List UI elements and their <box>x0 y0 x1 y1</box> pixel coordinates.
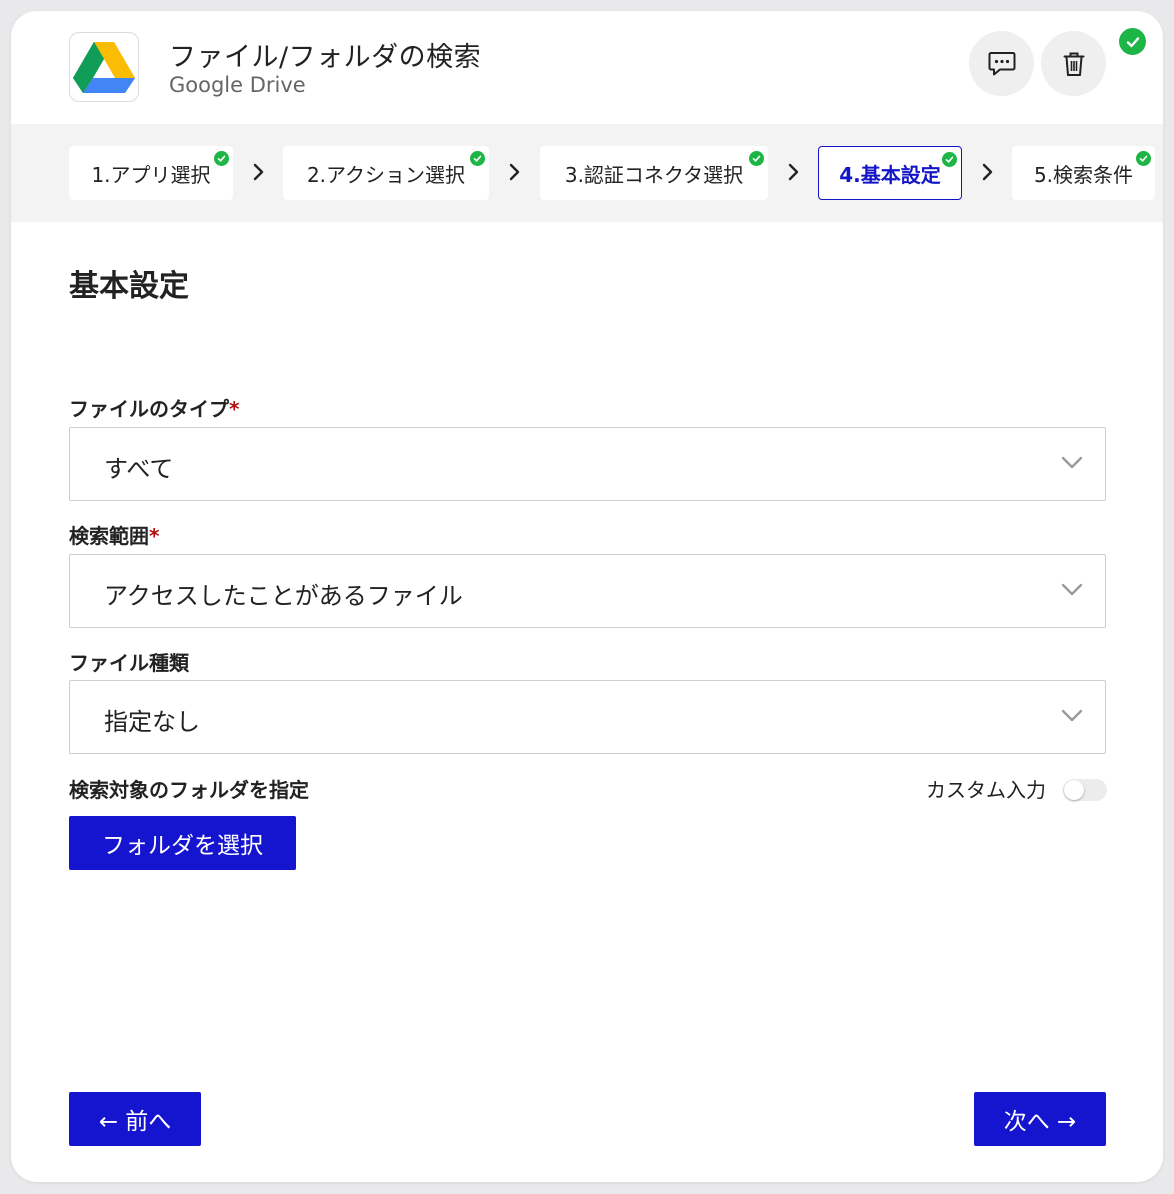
search-scope-value: アクセスしたことがあるファイル <box>104 582 463 610</box>
file-type-label: ファイルのタイプ* <box>69 397 240 421</box>
file-kind-value: 指定なし <box>104 708 200 736</box>
file-type-value: すべて <box>104 455 174 483</box>
chevron-right-icon <box>253 163 264 181</box>
toggle-knob <box>1064 780 1084 800</box>
next-button[interactable]: 次へ → <box>974 1092 1106 1146</box>
step-done-icon <box>470 151 485 166</box>
app-name: Google Drive <box>169 73 306 97</box>
chevron-right-icon <box>788 163 799 181</box>
step-label: 5.検索条件 <box>1033 162 1134 187</box>
step-search-conditions[interactable]: 5.検索条件 <box>1012 146 1155 200</box>
step-app-select[interactable]: 1.アプリ選択 <box>69 146 233 200</box>
chevron-down-icon <box>1061 456 1083 469</box>
select-folder-button[interactable]: フォルダを選択 <box>69 816 296 870</box>
comment-icon <box>988 51 1015 75</box>
step-action-select[interactable]: 2.アクション選択 <box>283 146 489 200</box>
step-connector-select[interactable]: 3.認証コネクタ選択 <box>540 146 768 200</box>
chevron-right-icon <box>509 163 520 181</box>
status-check-icon <box>1119 28 1146 55</box>
step-basic-settings[interactable]: 4.基本設定 <box>818 146 962 200</box>
required-mark: * <box>229 397 240 421</box>
file-type-select[interactable]: すべて <box>69 427 1106 501</box>
step-label: 4.基本設定 <box>839 162 941 187</box>
chevron-right-icon <box>982 163 993 181</box>
target-folder-label: 検索対象のフォルダを指定 <box>69 778 309 802</box>
google-drive-logo <box>69 32 139 102</box>
step-done-icon <box>214 151 229 166</box>
required-mark: * <box>149 524 160 548</box>
file-kind-label: ファイル種類 <box>69 651 189 675</box>
search-scope-select[interactable]: アクセスしたことがあるファイル <box>69 554 1106 628</box>
search-scope-label: 検索範囲* <box>69 524 160 548</box>
task-card: ファイル/フォルダの検索 Google Drive 1.アプリ選択 2.アクショ… <box>11 11 1163 1182</box>
chevron-down-icon <box>1061 583 1083 596</box>
trash-icon <box>1063 52 1084 76</box>
prev-button[interactable]: ← 前へ <box>69 1092 201 1146</box>
step-done-icon <box>749 151 764 166</box>
header: ファイル/フォルダの検索 Google Drive <box>11 11 1163 124</box>
delete-button[interactable] <box>1041 31 1106 96</box>
chevron-down-icon <box>1061 709 1083 722</box>
file-kind-select[interactable]: 指定なし <box>69 680 1106 754</box>
custom-input-label: カスタム入力 <box>926 778 1046 802</box>
step-label: 2.アクション選択 <box>306 162 466 187</box>
step-label: 1.アプリ選択 <box>91 162 211 187</box>
step-navigation: 1.アプリ選択 2.アクション選択 3.認証コネクタ選択 4.基本設定 5.検索… <box>11 124 1163 222</box>
step-label: 3.認証コネクタ選択 <box>564 162 744 187</box>
page-title: ファイル/フォルダの検索 <box>169 42 482 73</box>
step-done-icon <box>942 152 957 167</box>
comment-button[interactable] <box>969 31 1034 96</box>
custom-input-toggle[interactable] <box>1063 779 1107 801</box>
step-done-icon <box>1136 151 1151 166</box>
section-title: 基本設定 <box>69 269 189 304</box>
